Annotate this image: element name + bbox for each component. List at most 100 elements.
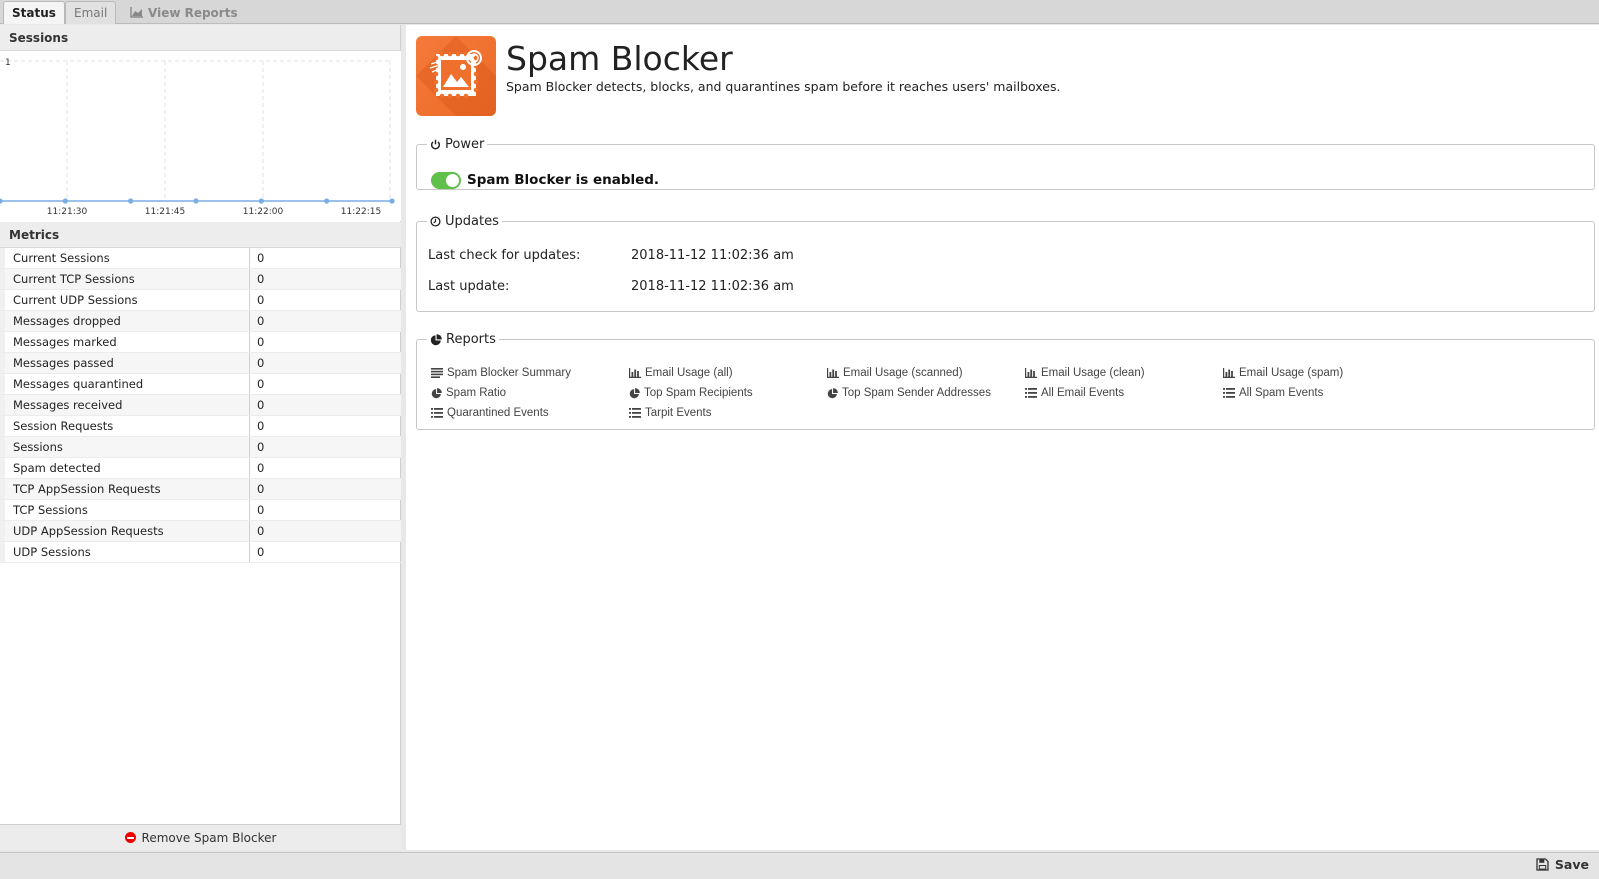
report-link-label: Spam Ratio [446, 387, 507, 399]
area-chart-icon [130, 7, 143, 18]
metric-name: TCP AppSession Requests [0, 479, 250, 499]
data-point [0, 198, 3, 204]
metric-name: Messages passed [0, 353, 250, 373]
tab-view-reports-label: View Reports [148, 5, 238, 20]
save-label: Save [1554, 857, 1589, 872]
metric-row: Messages marked 0 [0, 332, 401, 353]
metric-name: Session Requests [0, 416, 250, 436]
metrics-header: Metrics [0, 222, 401, 248]
metric-name: UDP Sessions [0, 542, 250, 562]
metric-value: 0 [257, 272, 265, 286]
data-point [128, 198, 134, 204]
save-button[interactable]: Save [1536, 857, 1589, 872]
metric-row: Current TCP Sessions 0 [0, 269, 401, 290]
metric-value: 0 [257, 419, 265, 433]
metric-row: UDP Sessions 0 [0, 542, 401, 563]
bar-chart-icon [827, 368, 839, 378]
pie-chart-icon [827, 387, 838, 399]
metric-value: 0 [257, 377, 265, 391]
report-link[interactable]: Email Usage (clean) [1025, 367, 1145, 379]
data-point [258, 198, 264, 204]
remove-icon [124, 832, 136, 843]
sessions-header: Sessions [0, 25, 400, 51]
bottom-toolbar: Save [0, 852, 1599, 879]
tab-bar: Status Email View Reports [0, 0, 1599, 24]
stamp-icon [416, 36, 496, 116]
metrics-grid: Current Sessions 0 Current TCP Sessions 0 Cu… [0, 248, 401, 563]
x-tick-label: 11:21:30 [47, 207, 88, 217]
metric-value: 0 [257, 545, 265, 559]
metric-name: Sessions [0, 437, 250, 457]
left-panel: Sessions 1 11:21:30 11:21:45 11:22:00 11:22:… [0, 25, 401, 850]
bar-chart-icon [629, 368, 641, 378]
metric-row: Sessions 0 [0, 437, 401, 458]
report-link-label: Email Usage (scanned) [843, 367, 963, 379]
metric-name: Messages dropped [0, 311, 250, 331]
list-icon [629, 408, 641, 418]
tab-email[interactable]: Email [65, 1, 117, 24]
report-link-label: Quarantined Events [447, 407, 549, 419]
report-link-label: Top Spam Sender Addresses [842, 387, 991, 399]
metric-name: Current Sessions [0, 248, 250, 268]
report-link-label: All Email Events [1041, 387, 1125, 399]
pie-chart-icon [431, 387, 442, 399]
tab-status[interactable]: Status [3, 1, 65, 24]
x-tick-label: 11:21:45 [145, 207, 185, 217]
report-link-label: Email Usage (spam) [1239, 367, 1344, 379]
report-link[interactable]: Email Usage (spam) [1223, 367, 1343, 379]
report-link[interactable]: Quarantined Events [431, 407, 549, 419]
report-link-label: Tarpit Events [645, 407, 712, 419]
report-link[interactable]: Email Usage (all) [629, 367, 733, 379]
power-toggle[interactable] [431, 172, 461, 189]
updates-legend-label: Updates [445, 214, 499, 229]
app-description: Spam Blocker detects, blocks, and quaran… [506, 79, 1061, 94]
metric-name: Messages quarantined [0, 374, 250, 394]
metric-value: 0 [257, 524, 265, 538]
metric-value: 0 [257, 461, 265, 475]
clock-icon [430, 216, 441, 227]
list-icon [1223, 388, 1235, 398]
last-check-value: 2018-11-12 11:02:36 am [631, 248, 794, 263]
report-link[interactable]: Top Spam Sender Addresses [827, 387, 991, 399]
report-link[interactable]: Spam Blocker Summary [431, 367, 571, 379]
x-tick-label: 11:22:15 [341, 207, 381, 217]
metric-value: 0 [257, 398, 265, 412]
last-check-label: Last check for updates: [428, 248, 581, 263]
spam-blocker-app-icon [416, 36, 496, 116]
metric-value: 0 [257, 251, 265, 265]
metric-row: Spam detected 0 [0, 458, 401, 479]
bar-chart-icon [1223, 368, 1235, 378]
updates-panel: Updates Last check for updates: 2018-11-… [416, 214, 1595, 312]
metric-name: TCP Sessions [0, 500, 250, 520]
tab-email-label: Email [74, 6, 108, 20]
metric-row: Messages dropped 0 [0, 311, 401, 332]
report-link[interactable]: Email Usage (scanned) [827, 367, 963, 379]
tab-view-reports[interactable]: View Reports [122, 1, 246, 24]
report-link[interactable]: Tarpit Events [629, 407, 711, 419]
metric-row: Messages received 0 [0, 395, 401, 416]
sessions-chart: 1 11:21:30 11:21:45 11:22:00 11:22:15 [0, 51, 401, 221]
report-link[interactable]: All Spam Events [1223, 387, 1323, 399]
reports-panel: Reports Spam Blocker Summary Email Usage … [416, 332, 1595, 430]
updates-legend: Updates [427, 214, 502, 229]
metric-name: UDP AppSession Requests [0, 521, 250, 541]
tab-status-label: Status [12, 6, 56, 20]
metric-row: Messages quarantined 0 [0, 374, 401, 395]
metric-row: TCP AppSession Requests 0 [0, 479, 401, 500]
report-link[interactable]: All Email Events [1025, 387, 1124, 399]
power-legend: Power [427, 137, 487, 152]
report-link[interactable]: Top Spam Recipients [629, 387, 753, 399]
metric-value: 0 [257, 503, 265, 517]
x-tick-label: 11:22:00 [243, 207, 284, 217]
report-link[interactable]: Spam Ratio [431, 387, 506, 399]
power-legend-label: Power [445, 137, 485, 152]
metric-name: Messages marked [0, 332, 250, 352]
data-point [62, 198, 68, 204]
remove-app-button[interactable]: Remove Spam Blocker [0, 824, 401, 850]
data-point [193, 198, 199, 204]
metric-row: Session Requests 0 [0, 416, 401, 437]
last-update-label: Last update: [428, 279, 510, 294]
metric-row: Current Sessions 0 [0, 248, 401, 269]
text-icon [431, 368, 443, 378]
metric-row: UDP AppSession Requests 0 [0, 521, 401, 542]
